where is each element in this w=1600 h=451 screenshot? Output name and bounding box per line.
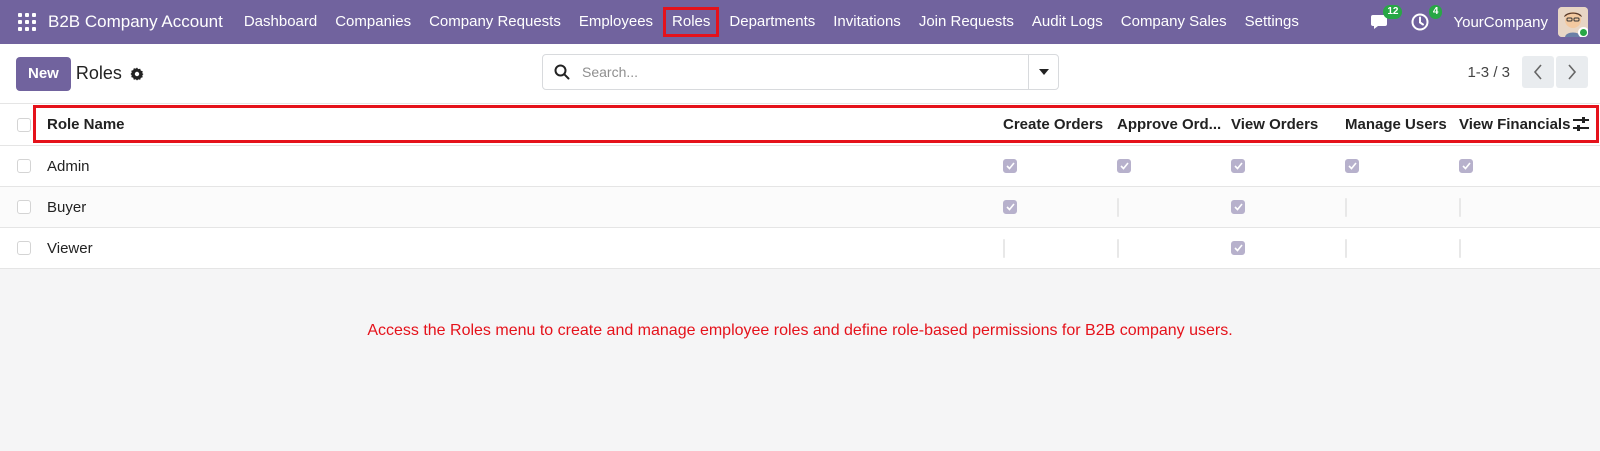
menu-item-audit-logs[interactable]: Audit Logs (1024, 7, 1111, 37)
role-name-cell[interactable]: Buyer (47, 199, 86, 216)
row-select-checkbox[interactable] (17, 159, 31, 173)
top-navbar: B2B Company Account Dashboard Companies … (0, 0, 1600, 44)
activity-clock-icon[interactable]: 4 (1407, 5, 1443, 35)
apps-grid-icon[interactable] (17, 12, 37, 32)
pager-next-button[interactable] (1556, 56, 1588, 88)
menu-item-join-requests[interactable]: Join Requests (911, 7, 1022, 37)
search-icon (554, 64, 570, 80)
menu-item-company-sales[interactable]: Company Sales (1113, 7, 1235, 37)
permission-checkbox (1117, 197, 1119, 217)
app-brand[interactable]: B2B Company Account (48, 12, 223, 32)
chevron-left-icon (1533, 64, 1542, 80)
column-header-view-financials[interactable]: View Financials (1459, 116, 1570, 133)
permission-checkbox (1345, 238, 1347, 258)
control-panel: New Roles 1-3 / 3 (0, 44, 1600, 103)
gear-icon[interactable] (130, 67, 144, 81)
optional-columns-icon[interactable] (1572, 116, 1590, 137)
table-header-row: Role Name Create Orders Approve Ord... V… (0, 103, 1600, 146)
company-switcher[interactable]: YourCompany (1453, 14, 1548, 31)
permission-checkbox (1003, 200, 1017, 214)
user-avatar[interactable] (1558, 7, 1588, 37)
messages-icon[interactable]: 12 (1367, 5, 1403, 35)
select-all-checkbox[interactable] (17, 117, 31, 132)
column-header-manage-users[interactable]: Manage Users (1345, 116, 1447, 133)
menu-item-employees[interactable]: Employees (571, 7, 661, 37)
column-header-role-name[interactable]: Role Name (47, 116, 125, 133)
permission-checkbox (1345, 197, 1347, 217)
column-header-create-orders[interactable]: Create Orders (1003, 116, 1103, 133)
permission-checkbox (1003, 159, 1017, 173)
column-header-approve-orders[interactable]: Approve Ord... (1117, 116, 1221, 133)
permission-checkbox (1231, 241, 1245, 255)
roles-list: Role Name Create Orders Approve Ord... V… (0, 103, 1600, 269)
role-name-cell[interactable]: Viewer (47, 240, 93, 257)
menu-item-invitations[interactable]: Invitations (825, 7, 909, 37)
search-bar (542, 54, 1059, 90)
table-row[interactable]: Buyer (0, 187, 1600, 228)
chevron-right-icon (1568, 64, 1577, 80)
permission-checkbox (1345, 159, 1359, 173)
permission-checkbox (1117, 238, 1119, 258)
table-row[interactable]: Viewer (0, 228, 1600, 269)
messages-badge: 12 (1383, 5, 1403, 19)
annotation-text: Access the Roles menu to create and mana… (367, 322, 1233, 339)
pager-value[interactable]: 1-3 / 3 (1467, 64, 1510, 81)
menu-item-company-requests[interactable]: Company Requests (421, 7, 569, 37)
permission-checkbox (1459, 238, 1461, 258)
table-body: Admin Buyer Viewer (0, 146, 1600, 269)
row-select-checkbox[interactable] (17, 241, 31, 255)
role-name-cell[interactable]: Admin (47, 158, 90, 175)
menu-item-dashboard[interactable]: Dashboard (236, 7, 325, 37)
search-input[interactable] (582, 64, 1028, 80)
activity-badge: 4 (1428, 5, 1443, 19)
search-options-toggle[interactable] (1028, 55, 1058, 89)
systray: 12 4 YourCompany (1367, 0, 1588, 44)
menu-item-companies[interactable]: Companies (327, 7, 419, 37)
pager-previous-button[interactable] (1522, 56, 1554, 88)
permission-checkbox (1459, 197, 1461, 217)
menu-item-departments[interactable]: Departments (721, 7, 823, 37)
permission-checkbox (1459, 159, 1473, 173)
main-menu: Dashboard Companies Company Requests Emp… (235, 0, 1308, 44)
permission-checkbox (1003, 238, 1005, 258)
column-header-view-orders[interactable]: View Orders (1231, 116, 1318, 133)
menu-item-roles[interactable]: Roles (663, 7, 720, 37)
caret-down-icon (1038, 69, 1049, 75)
new-button[interactable]: New (16, 56, 71, 91)
permission-checkbox (1231, 159, 1245, 173)
permission-checkbox (1231, 200, 1245, 214)
permission-checkbox (1117, 159, 1131, 173)
menu-item-settings[interactable]: Settings (1237, 7, 1307, 37)
online-status-dot (1578, 27, 1588, 37)
page-title: Roles (75, 63, 122, 83)
pager: 1-3 / 3 (1467, 56, 1588, 88)
table-row[interactable]: Admin (0, 146, 1600, 187)
row-select-checkbox[interactable] (17, 200, 31, 214)
